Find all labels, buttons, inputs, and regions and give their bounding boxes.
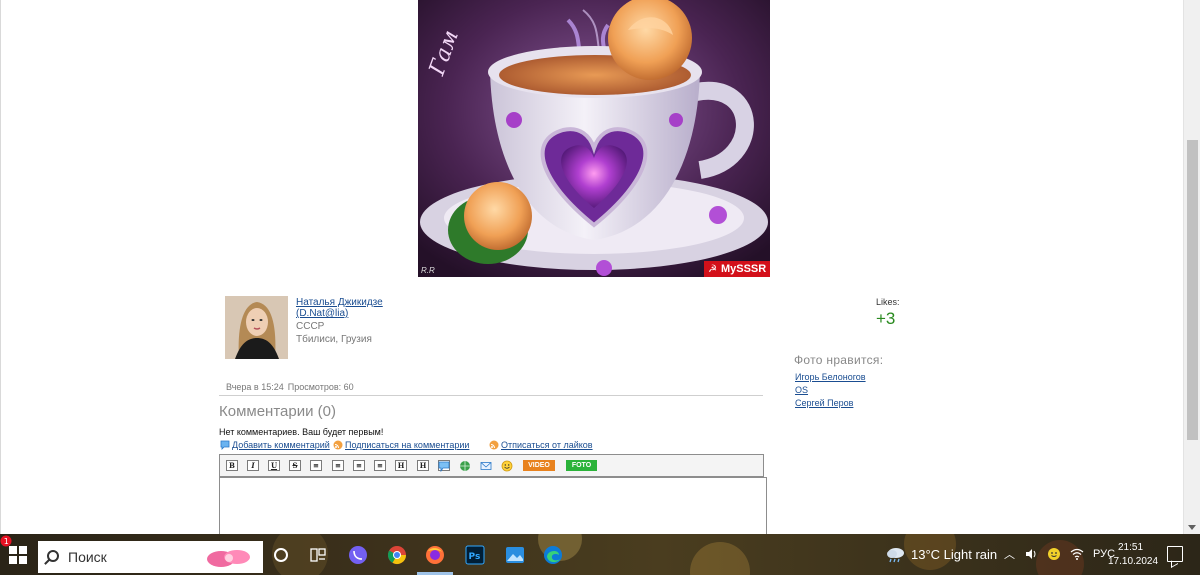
speech-bubble-icon (220, 440, 230, 450)
subscribe-comments-link[interactable]: Подписаться на комментарии (333, 440, 469, 450)
smiley-icon[interactable] (501, 460, 513, 472)
windows-taskbar: Поиск Ps 13°C Light rain 1 ︿ РУС 21:51 1… (0, 534, 1200, 575)
rss-icon (489, 440, 499, 450)
volume-icon[interactable] (1024, 547, 1038, 561)
edge-icon[interactable] (543, 545, 563, 565)
wifi-icon[interactable] (1070, 547, 1084, 561)
weather-text: 13°C Light rain (911, 546, 998, 562)
weather-widget[interactable]: 13°C Light rain (885, 545, 997, 563)
system-tray: ︿ РУС (1004, 546, 1115, 562)
heading2-button[interactable]: H (417, 460, 429, 471)
justify-button[interactable]: ≡ (374, 460, 386, 471)
page-left-border (0, 0, 1, 534)
unsubscribe-likes-label: Отписаться от лайков (501, 440, 593, 450)
chrome-icon[interactable] (387, 545, 407, 565)
unsubscribe-likes-link[interactable]: Отписаться от лайков (489, 440, 593, 450)
notification-center-icon[interactable] (1167, 546, 1183, 562)
likes-count: +3 (876, 309, 896, 328)
add-comment-link[interactable]: Добавить комментарий (220, 440, 330, 450)
photos-app-icon[interactable] (505, 545, 525, 565)
firefox-icon[interactable] (425, 545, 445, 565)
windows-start-icon[interactable] (6, 543, 30, 567)
insert-photo-button[interactable]: FOTO (566, 460, 597, 471)
search-placeholder: Поиск (68, 549, 107, 565)
cortana-icon[interactable] (271, 545, 291, 565)
svg-text:Ps: Ps (469, 552, 481, 562)
comment-editor-toolbar: B I U S ≡ ≡ ≡ ≡ H H H VIDEO FOTO (219, 454, 764, 477)
mail-icon[interactable] (480, 460, 492, 472)
posted-time: Вчера в 15:24 (226, 382, 284, 392)
insert-video-button[interactable]: VIDEO (523, 460, 555, 471)
align-left-button[interactable]: ≡ (310, 460, 322, 471)
align-right-button[interactable]: ≡ (353, 460, 365, 471)
liker-link[interactable]: OS (795, 385, 808, 395)
browser-page: Гам R.R ☭ MySSSR Наталья Джикидзе (D.Nat@… (0, 0, 1200, 534)
author-avatar[interactable] (225, 296, 288, 359)
likes-label: Likes: (876, 297, 900, 307)
rain-cloud-icon (887, 548, 904, 563)
comments-title: Комментарии (0) (219, 403, 336, 420)
taskbar-search-box[interactable]: Поиск (38, 541, 263, 573)
italic-button[interactable]: I (247, 460, 259, 471)
quote-bubble-icon[interactable] (438, 460, 450, 472)
divider (219, 395, 763, 396)
scroll-down-arrow-icon[interactable] (1188, 525, 1196, 530)
liker-link[interactable]: Сергей Перов (795, 398, 853, 408)
search-highlight-flower-icon (207, 550, 250, 567)
strikethrough-button[interactable]: S (289, 460, 301, 471)
avatar-portrait (225, 296, 288, 359)
author-name-link[interactable]: Наталья Джикидзе (D.Nat@lia) (296, 297, 406, 319)
main-photo[interactable]: Гам R.R ☭ MySSSR (418, 0, 770, 277)
heading1-button[interactable]: H (395, 460, 407, 471)
photo-corner-mark: R.R (421, 266, 435, 275)
clock-time: 21:51 (1117, 542, 1144, 553)
align-center-button[interactable]: ≡ (332, 460, 344, 471)
chevron-up-icon[interactable]: ︿ (1004, 546, 1015, 562)
author-city: Тбилиси, Грузия (296, 334, 372, 345)
author-country: СССР (296, 321, 325, 332)
liker-link[interactable]: Игорь Белоногов (795, 372, 866, 382)
photoshop-icon[interactable]: Ps (465, 545, 485, 565)
link-globe-icon[interactable] (459, 460, 471, 472)
photo-meta: Вчера в 15:24 Просмотров: 60 (226, 382, 354, 392)
mysssr-watermark: ☭ MySSSR (704, 261, 770, 277)
bold-button[interactable]: B (226, 460, 238, 471)
mysssr-label: MySSSR (720, 263, 767, 275)
task-view-icon[interactable] (308, 545, 328, 565)
hammer-sickle-icon: ☭ (708, 264, 717, 275)
clock-date: 17.10.2024 (1108, 556, 1159, 567)
taskbar-clock[interactable]: 21:51 17.10.2024 (1108, 541, 1159, 569)
scrollbar-thumb[interactable] (1187, 140, 1198, 440)
page-scrollbar[interactable] (1183, 0, 1200, 534)
likers-title: Фото нравится: (794, 353, 884, 367)
no-comments-text: Нет комментариев. Ваш будет первым! (219, 427, 384, 437)
smiley-tray-icon[interactable] (1047, 547, 1061, 561)
viber-icon[interactable] (348, 545, 368, 565)
add-comment-label: Добавить комментарий (232, 440, 330, 450)
subscribe-comments-label: Подписаться на комментарии (345, 440, 470, 450)
rss-icon (333, 440, 343, 450)
view-count: Просмотров: 60 (287, 382, 354, 392)
comment-textarea[interactable] (219, 477, 767, 534)
tea-cup-illustration: Гам (418, 0, 770, 277)
underline-button[interactable]: U (268, 460, 280, 471)
search-icon (47, 550, 59, 562)
